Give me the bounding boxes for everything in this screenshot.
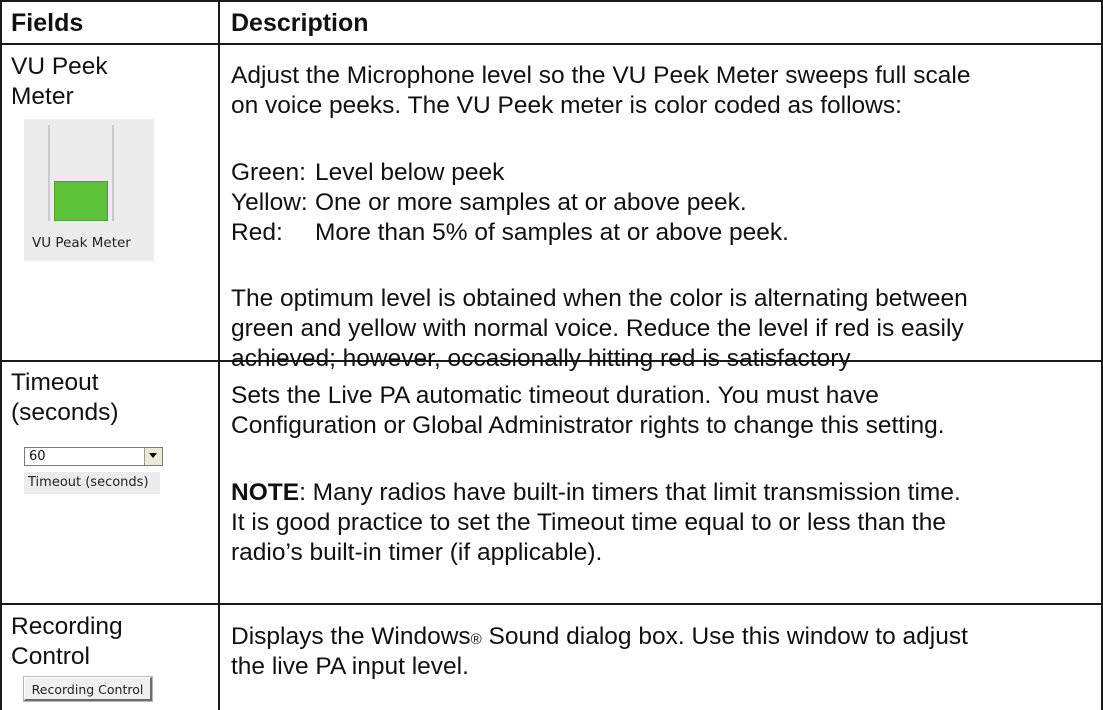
timeout-select[interactable]: 60 (24, 447, 163, 466)
vu-meter-track-left (48, 125, 50, 221)
vu-peak-meter: VU Peak Meter (24, 119, 154, 261)
timeout-dropdown-button[interactable] (144, 448, 162, 465)
recording-desc-line1: Displays the Windows® Sound dialog box. … (231, 622, 968, 655)
field-recording-line2: Control (11, 643, 90, 670)
vu-optimum-line3: achieved; however, occasionally hitting … (231, 345, 851, 372)
field-timeout-line1: Timeout (11, 369, 99, 396)
table-border-left (0, 0, 2, 710)
vu-meter-level-bar (54, 181, 108, 221)
header-divider (0, 43, 1103, 45)
recording-desc-part2: Sound dialog box. Use this window to adj… (481, 623, 968, 650)
note-line2: It is good practice to set the Timeout t… (231, 509, 946, 536)
registered-mark: ® (470, 631, 482, 648)
vu-desc-line2: on voice peeks. The VU Peek meter is col… (231, 92, 902, 119)
note-label: NOTE (231, 479, 300, 506)
legend-green-name: Green: (231, 159, 306, 186)
vu-desc-line1: Adjust the Microphone level so the VU Pe… (231, 62, 971, 89)
note-text: : Many radios have built-in timers that … (299, 479, 961, 506)
vu-meter-track-right (112, 125, 114, 221)
column-divider (218, 0, 220, 710)
row-divider-2 (0, 603, 1103, 605)
legend-yellow-text: One or more samples at or above peek. (315, 189, 747, 216)
vu-meter-label: VU Peak Meter (32, 235, 131, 251)
chevron-down-icon (149, 453, 157, 458)
table-border-top (0, 0, 1103, 2)
timeout-label: Timeout (seconds) (28, 475, 149, 490)
field-timeout-line2: (seconds) (11, 399, 119, 426)
timeout-select-value: 60 (29, 449, 46, 464)
recording-control-button-label: Recording Control (31, 682, 144, 697)
vu-optimum-line2: green and yellow with normal voice. Redu… (231, 315, 964, 342)
timeout-label-box: Timeout (seconds) (24, 472, 160, 494)
field-vu-line1: VU Peek (11, 53, 108, 80)
note-line3: radio’s built-in timer (if applicable). (231, 539, 603, 566)
timeout-desc-line2: Configuration or Global Administrator ri… (231, 412, 945, 439)
recording-desc-part1: Displays the Windows (231, 623, 471, 650)
legend-green-text: Level below peek (315, 159, 505, 186)
recording-desc-line2: the live PA input level. (231, 653, 469, 680)
legend-red-text: More than 5% of samples at or above peek… (315, 219, 789, 246)
field-vu-line2: Meter (11, 83, 74, 110)
recording-control-button[interactable]: Recording Control (24, 677, 152, 701)
legend-yellow-name: Yellow: (231, 189, 308, 216)
header-fields: Fields (11, 9, 84, 37)
note-line1: NOTE: Many radios have built-in timers t… (231, 478, 961, 508)
timeout-desc-line1: Sets the Live PA automatic timeout durat… (231, 382, 879, 409)
vu-optimum-line1: The optimum level is obtained when the c… (231, 285, 968, 312)
field-recording-line1: Recording (11, 613, 123, 640)
legend-red-name: Red: (231, 219, 283, 246)
fields-table: Fields Description VU Peek Meter VU Peak… (0, 0, 1103, 710)
header-description: Description (231, 9, 369, 37)
